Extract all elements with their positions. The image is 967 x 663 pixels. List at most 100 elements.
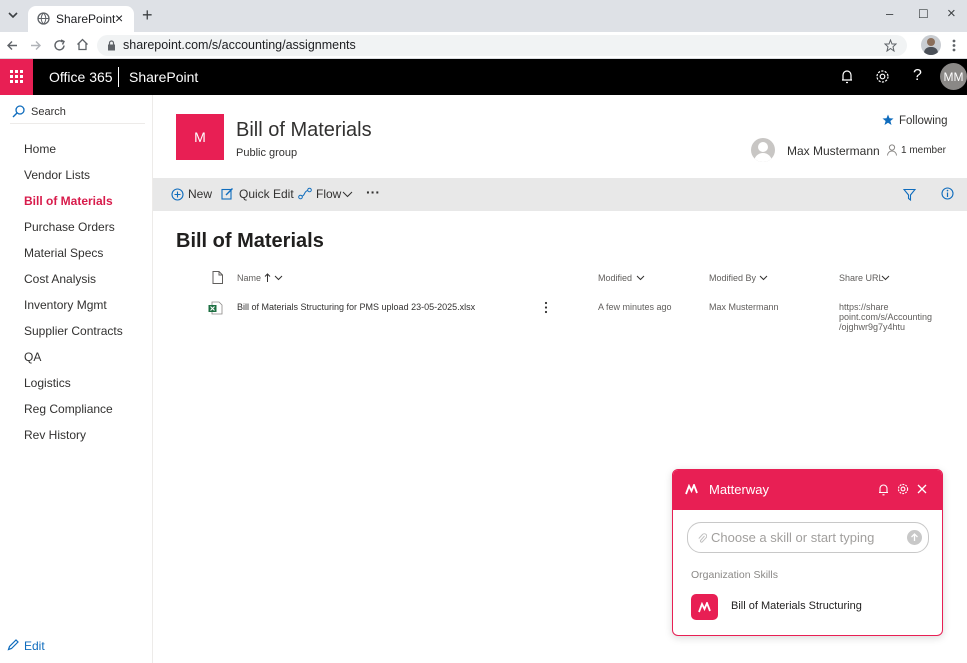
nav-item-cost-analysis[interactable]: Cost Analysis <box>24 272 96 286</box>
nav-edit-link[interactable]: Edit <box>24 639 45 653</box>
site-subtitle: Public group <box>236 147 298 159</box>
new-button[interactable]: New <box>188 187 212 201</box>
nav-search[interactable]: Search <box>31 106 66 118</box>
search-icon <box>12 105 25 118</box>
nav-item-inventory-mgmt[interactable]: Inventory Mgmt <box>24 298 107 312</box>
filter-icon[interactable] <box>903 188 916 201</box>
owner-name[interactable]: Max Mustermann <box>787 144 880 158</box>
notification-bell-icon[interactable] <box>841 69 853 84</box>
column-header-name[interactable]: Name <box>237 273 261 283</box>
following-button[interactable]: Following <box>899 115 948 127</box>
send-button[interactable] <box>907 530 922 545</box>
tab-close-icon[interactable]: × <box>115 10 123 26</box>
browser-tab-strip: SharePoint × + – ☐ × <box>0 0 967 32</box>
quick-edit-button[interactable]: Quick Edit <box>239 187 294 201</box>
app-launcher-icon[interactable] <box>0 59 33 95</box>
member-count[interactable]: 1 member <box>901 145 946 156</box>
nav-item-qa[interactable]: QA <box>24 350 41 364</box>
send-arrow-up-icon <box>911 533 918 541</box>
skill-search-placeholder: Choose a skill or start typing <box>711 530 875 545</box>
nav-item-home[interactable]: Home <box>24 142 56 156</box>
quick-edit-icon <box>221 188 233 200</box>
share-url-chevron-down-icon[interactable] <box>881 275 890 281</box>
site-logo[interactable]: M <box>176 114 224 160</box>
skill-item-bill-of-materials-structuring[interactable]: Bill of Materials Structuring <box>731 600 862 612</box>
sort-ascending-icon[interactable] <box>264 273 284 283</box>
more-commands-button[interactable]: ··· <box>366 184 380 200</box>
site-title[interactable]: Bill of Materials <box>236 119 372 142</box>
suite-divider <box>118 67 119 87</box>
row-more-actions-icon[interactable] <box>544 301 548 314</box>
sharepoint-link[interactable]: SharePoint <box>129 69 198 85</box>
tab-search-dropdown-icon[interactable] <box>8 10 18 20</box>
nav-item-material-specs[interactable]: Material Specs <box>24 246 103 260</box>
modified-by-chevron-down-icon[interactable] <box>759 275 768 281</box>
modified-chevron-down-icon[interactable] <box>636 275 645 281</box>
suite-bar: Office 365 SharePoint ? MM <box>0 59 967 95</box>
left-navigation: Search Home Vendor Lists Bill of Materia… <box>0 95 153 663</box>
nav-item-bill-of-materials[interactable]: Bill of Materials <box>24 194 113 208</box>
matterway-logo-icon <box>685 484 698 495</box>
window-maximize-button[interactable]: ☐ <box>918 7 929 21</box>
window-close-button[interactable]: × <box>947 5 956 22</box>
following-star-icon[interactable] <box>882 114 894 126</box>
modified-by-value[interactable]: Max Mustermann <box>709 302 779 312</box>
column-header-modified[interactable]: Modified <box>598 273 632 283</box>
browser-tab[interactable]: SharePoint × <box>28 6 134 32</box>
nav-item-reg-compliance[interactable]: Reg Compliance <box>24 402 113 416</box>
back-arrow-icon[interactable] <box>6 40 18 51</box>
file-type-header-icon <box>212 271 223 284</box>
command-bar: New Quick Edit Flow ··· <box>153 178 967 211</box>
flow-chevron-down-icon[interactable] <box>342 191 353 198</box>
skill-search-input[interactable]: Choose a skill or start typing <box>687 522 929 553</box>
table-row[interactable]: Bill of Materials Structuring for PMS up… <box>160 292 967 340</box>
address-bar[interactable]: sharepoint.com/s/accounting/assignments <box>97 35 907 56</box>
settings-gear-icon[interactable] <box>875 69 890 84</box>
browser-menu-icon[interactable] <box>952 39 956 52</box>
new-plus-icon <box>171 188 184 201</box>
help-icon[interactable]: ? <box>913 67 922 85</box>
user-avatar[interactable]: MM <box>940 63 967 90</box>
matterway-gear-icon[interactable] <box>897 483 909 495</box>
flow-icon <box>298 187 312 200</box>
nav-item-rev-history[interactable]: Rev History <box>24 428 86 442</box>
organization-skills-heading: Organization Skills <box>691 569 778 581</box>
nav-item-supplier-contracts[interactable]: Supplier Contracts <box>24 324 123 338</box>
profile-avatar[interactable] <box>921 35 941 55</box>
nav-item-purchase-orders[interactable]: Purchase Orders <box>24 220 115 234</box>
attachment-icon <box>698 533 707 543</box>
column-header-modified-by[interactable]: Modified By <box>709 273 756 283</box>
lock-icon <box>108 40 115 51</box>
new-tab-button[interactable]: + <box>142 5 153 26</box>
excel-file-icon <box>208 301 223 315</box>
window-minimize-button[interactable]: – <box>886 6 893 21</box>
member-person-icon <box>887 144 897 156</box>
share-url-value-line2[interactable]: point.com/s/Accounting <box>839 312 932 322</box>
home-icon[interactable] <box>76 38 89 51</box>
browser-toolbar: sharepoint.com/s/accounting/assignments <box>0 32 967 59</box>
owner-avatar[interactable] <box>751 138 775 162</box>
matterway-bell-icon[interactable] <box>878 483 889 496</box>
url-text: sharepoint.com/s/accounting/assignments <box>123 38 356 52</box>
nav-item-vendor-lists[interactable]: Vendor Lists <box>24 168 90 182</box>
skill-logo-icon <box>691 594 718 620</box>
nav-item-logistics[interactable]: Logistics <box>24 376 71 390</box>
reload-icon[interactable] <box>53 39 66 52</box>
modified-value: A few minutes ago <box>598 302 672 312</box>
share-url-value-line3[interactable]: /ojghwr9g7y4htu <box>839 322 905 332</box>
matterway-header: Matterway <box>673 470 942 510</box>
globe-icon <box>37 12 50 25</box>
column-header-share-url[interactable]: Share URL <box>839 273 884 283</box>
flow-button[interactable]: Flow <box>316 187 341 201</box>
matterway-title: Matterway <box>709 482 769 497</box>
info-icon[interactable] <box>941 187 954 200</box>
list-title: Bill of Materials <box>176 230 324 252</box>
search-underline <box>10 123 145 124</box>
file-name-link[interactable]: Bill of Materials Structuring for PMS up… <box>237 302 475 312</box>
bookmark-star-icon[interactable] <box>884 39 897 52</box>
matterway-close-icon[interactable] <box>917 484 927 494</box>
office-365-link[interactable]: Office 365 <box>49 69 113 85</box>
forward-arrow-icon[interactable] <box>30 40 42 51</box>
matterway-panel: Matterway Choose a skill or start typing… <box>672 469 943 636</box>
share-url-value-line1[interactable]: https://share <box>839 302 889 312</box>
